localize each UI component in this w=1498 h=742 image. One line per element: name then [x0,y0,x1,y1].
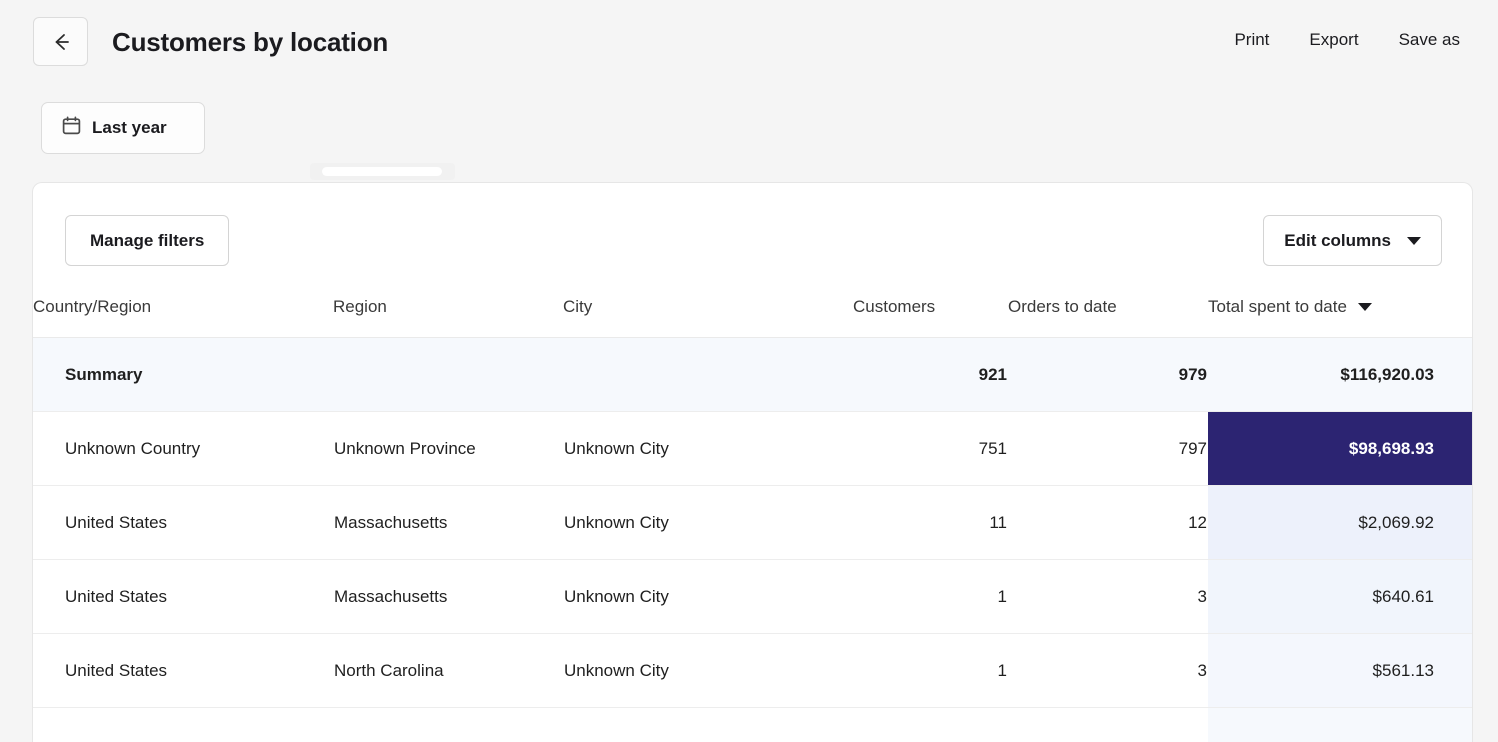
cell-total-spent: $98,698.93 [1208,412,1472,486]
cell-country: United States [33,560,333,634]
cell-region: Unknown Province [333,412,563,486]
save-as-button[interactable]: Save as [1399,30,1460,50]
summary-region [333,338,563,412]
cell-city: Unknown City [563,412,853,486]
cell-total-spent: $640.61 [1208,560,1472,634]
table-row[interactable]: Unknown Country Unknown Province Unknown… [33,412,1472,486]
chevron-down-icon [1407,237,1421,245]
cell-city [563,708,853,742]
date-range-label: Last year [92,118,167,138]
cell-orders: 3 [1008,560,1208,634]
summary-city [563,338,853,412]
table-row[interactable]: United States Massachusetts Unknown City… [33,486,1472,560]
summary-row: Summary 921 979 $116,920.03 [33,338,1472,412]
cell-city: Unknown City [563,634,853,708]
edit-columns-label: Edit columns [1284,231,1391,251]
cell-customers: 751 [853,412,1008,486]
cell-city: Unknown City [563,560,853,634]
cell-country: United States [33,634,333,708]
back-button[interactable] [33,17,88,66]
cell-orders: 12 [1008,486,1208,560]
column-header-orders[interactable]: Orders to date [1008,297,1208,338]
cell-customers: 11 [853,486,1008,560]
cell-region: Massachusetts [333,486,563,560]
cell-orders: 797 [1008,412,1208,486]
cell-country: Unknown Country [33,412,333,486]
manage-filters-button[interactable]: Manage filters [65,215,229,266]
sort-control-total-spent[interactable]: Total spent to date [1208,297,1372,317]
top-actions: Print Export Save as [1234,30,1460,50]
cell-customers: 1 [853,634,1008,708]
cell-region [333,708,563,742]
customers-by-location-table: Country/Region Region City Customers Ord… [33,297,1472,742]
cell-total-spent: $561.13 [1208,634,1472,708]
summary-customers: 921 [853,338,1008,412]
cell-orders [1008,708,1208,742]
horizontal-scrollbar-thumb[interactable] [322,167,442,176]
column-header-region[interactable]: Region [333,297,563,338]
cell-city: Unknown City [563,486,853,560]
export-button[interactable]: Export [1309,30,1358,50]
column-header-total-spent[interactable]: Total spent to date [1208,297,1472,338]
summary-total: $116,920.03 [1208,338,1472,412]
column-header-total-spent-label: Total spent to date [1208,297,1347,317]
report-card: Manage filters Edit columns Country/Regi… [32,182,1473,742]
table-header-row: Country/Region Region City Customers Ord… [33,297,1472,338]
page-title: Customers by location [112,27,388,58]
cell-country: United States [33,486,333,560]
cell-total-spent: $2,069.92 [1208,486,1472,560]
table-row-partial[interactable] [33,708,1472,742]
top-bar: Customers by location Print Export Save … [0,0,1498,84]
cell-orders: 3 [1008,634,1208,708]
caret-down-icon [1358,303,1372,311]
cell-customers: 1 [853,560,1008,634]
card-toolbar: Manage filters Edit columns [33,183,1472,297]
table-row[interactable]: United States Massachusetts Unknown City… [33,560,1472,634]
table-row[interactable]: United States North Carolina Unknown Cit… [33,634,1472,708]
cell-customers [853,708,1008,742]
column-header-customers[interactable]: Customers [853,297,1008,338]
column-header-city[interactable]: City [563,297,853,338]
calendar-icon [62,116,81,140]
cell-total-spent [1208,708,1472,742]
cell-country [33,708,333,742]
cell-region: Massachusetts [333,560,563,634]
column-header-country[interactable]: Country/Region [33,297,333,338]
cell-region: North Carolina [333,634,563,708]
arrow-left-icon [50,31,72,53]
print-button[interactable]: Print [1234,30,1269,50]
date-range-button[interactable]: Last year [41,102,205,154]
edit-columns-button[interactable]: Edit columns [1263,215,1442,266]
summary-label: Summary [33,338,333,412]
summary-orders: 979 [1008,338,1208,412]
